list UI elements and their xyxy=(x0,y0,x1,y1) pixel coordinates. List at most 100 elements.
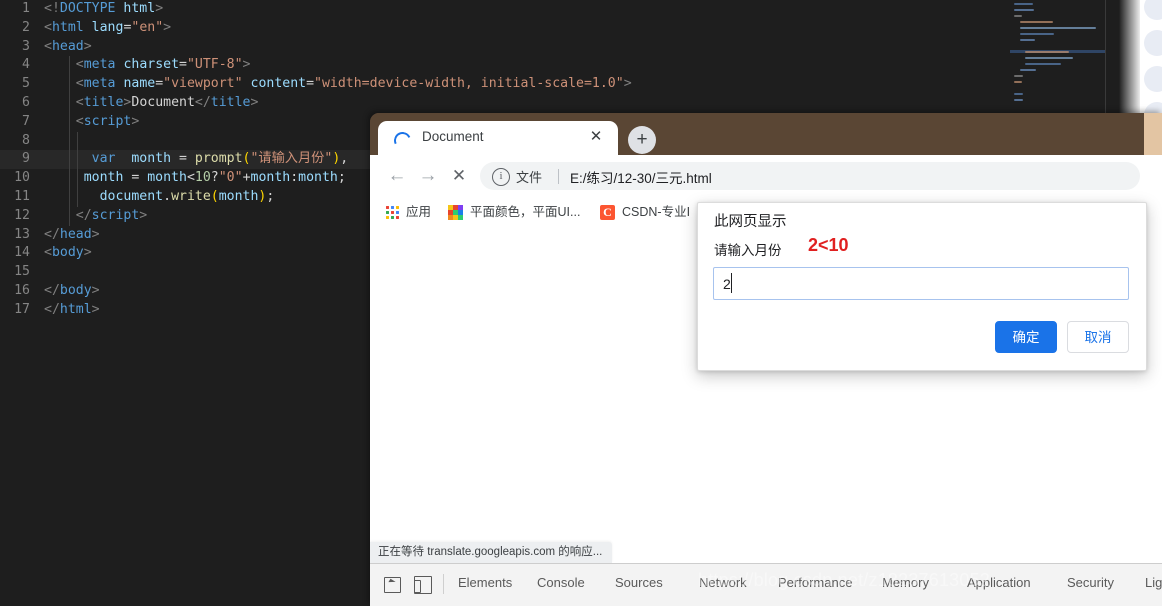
bookmark-apps[interactable]: 应用 xyxy=(406,202,431,222)
line-number: 1 xyxy=(22,1,30,16)
devtools-tab-sources[interactable]: Sources xyxy=(615,575,663,590)
devtools-tab-network[interactable]: Network xyxy=(699,575,747,590)
devtools-tab-application[interactable]: Application xyxy=(967,575,1031,590)
minimap-line xyxy=(1025,51,1069,53)
status-bubble: 正在等待 translate.googleapis.com 的响应... xyxy=(370,542,613,563)
inspect-element-icon[interactable] xyxy=(384,577,401,593)
browser-toolbar: ← → ✕ i 文件 E:/练习/12-30/三元.html xyxy=(370,155,1162,197)
code-line-text: <!DOCTYPE html> xyxy=(44,1,164,16)
line-number: 13 xyxy=(14,226,30,242)
line-number: 14 xyxy=(14,245,30,261)
minimap-line xyxy=(1020,21,1053,23)
line-number: 15 xyxy=(14,264,30,280)
indent-guide xyxy=(69,187,70,207)
indent-guide xyxy=(77,150,78,170)
code-line[interactable]: 3 <head> xyxy=(0,38,1105,57)
info-icon[interactable]: i xyxy=(492,168,510,186)
code-line-text: </script> xyxy=(75,207,148,223)
line-number: 4 xyxy=(22,57,30,73)
stop-loading-icon[interactable]: ✕ xyxy=(448,165,470,187)
apps-grid-icon[interactable] xyxy=(386,206,399,219)
code-line-text: <html lang="en"> xyxy=(44,19,172,35)
indent-guide xyxy=(69,112,70,132)
devtools-tab-security[interactable]: Security xyxy=(1067,575,1114,590)
code-line-text: <title>Document</title> xyxy=(75,94,259,110)
screen: 1 <!DOCTYPE html> 2 <html lang="en"> 3 <head>… xyxy=(0,0,1162,606)
indent-guide xyxy=(77,169,78,188)
indent-guide xyxy=(69,169,70,188)
code-line-text: document.write(month); xyxy=(99,188,275,204)
dialog-annotation: 2<10 xyxy=(808,235,849,255)
csdn-icon[interactable]: C xyxy=(600,205,615,220)
bookmark-flat-colors[interactable]: 平面颜色，平面UI... xyxy=(470,202,580,222)
line-number: 16 xyxy=(14,282,30,298)
indent-guide xyxy=(69,93,70,113)
cancel-button[interactable]: 取消 xyxy=(1067,321,1129,353)
minimap-line xyxy=(1014,81,1022,83)
minimap-line xyxy=(1014,99,1023,101)
code-line[interactable]: 4 <meta charset="UTF-8"> xyxy=(0,56,1105,76)
line-number: 12 xyxy=(14,207,30,223)
indent-guide xyxy=(69,150,70,170)
code-line-text: <meta charset="UTF-8"> xyxy=(75,57,251,73)
devtools-tab-performance[interactable]: Performance xyxy=(778,575,852,590)
device-toolbar-icon[interactable] xyxy=(414,576,432,594)
omnibox-url-text[interactable]: E:/练习/12-30/三元.html xyxy=(570,167,712,187)
minimap-line xyxy=(1020,69,1037,71)
javascript-prompt-dialog: 此网页显示 请输入月份 2<10 确定 取消 xyxy=(697,202,1147,371)
devtools-tab-lighthou[interactable]: Lighthou xyxy=(1145,575,1162,590)
line-number: 9 xyxy=(22,151,30,167)
line-number: 8 xyxy=(22,132,30,148)
code-line-text: <body> xyxy=(44,245,92,261)
minimap-line xyxy=(1025,57,1073,59)
minimap-line xyxy=(1020,33,1054,35)
omnibox-separator xyxy=(558,169,559,184)
indent-guide xyxy=(69,131,70,151)
code-line[interactable]: 2 <html lang="en"> xyxy=(0,19,1105,38)
code-line-text: <script> xyxy=(75,113,140,129)
devtools-tab-console[interactable]: Console xyxy=(537,575,585,590)
code-line[interactable]: 5 <meta name="viewport" content="width=d… xyxy=(0,75,1105,94)
minimap-line xyxy=(1020,27,1096,29)
background-window xyxy=(1140,0,1162,128)
indent-guide xyxy=(77,131,78,151)
code-line-text: <meta name="viewport" content="width=dev… xyxy=(75,76,632,92)
line-number: 6 xyxy=(22,94,30,110)
code-line[interactable]: 6 <title>Document</title> xyxy=(0,93,1105,113)
tab-loading-spinner-icon xyxy=(391,129,414,152)
devtools-divider xyxy=(443,574,444,594)
indent-guide xyxy=(69,206,70,226)
indent-guide xyxy=(77,187,78,207)
address-bar[interactable]: i 文件 E:/练习/12-30/三元.html xyxy=(480,162,1140,190)
new-tab-button[interactable]: + xyxy=(628,126,656,154)
bookmark-csdn[interactable]: CSDN-专业I xyxy=(622,202,690,222)
minimap-line xyxy=(1014,3,1033,5)
ok-button[interactable]: 确定 xyxy=(995,321,1057,353)
browser-tab[interactable]: Document ✕ xyxy=(378,121,618,155)
minimap-line xyxy=(1014,9,1034,11)
code-line[interactable]: 1 <!DOCTYPE html> xyxy=(0,0,1105,19)
browser-titlebar[interactable]: Document ✕ + xyxy=(370,113,1162,155)
devtools-tab-elements[interactable]: Elements xyxy=(458,575,512,590)
prompt-input[interactable] xyxy=(713,267,1129,300)
minimap-line xyxy=(1014,15,1022,17)
close-icon[interactable]: ✕ xyxy=(588,129,604,145)
code-line-text: </head> xyxy=(44,226,100,242)
line-number: 3 xyxy=(22,38,30,54)
back-icon[interactable]: ← xyxy=(386,165,408,187)
devtools-panel: Elements Console Sources Network Performance… xyxy=(370,563,1162,606)
code-line-text: <head> xyxy=(44,38,92,54)
code-line-text: </body> xyxy=(44,282,100,298)
minimap-line xyxy=(1014,75,1023,77)
color-palette-icon[interactable] xyxy=(448,205,463,220)
dialog-title: 此网页显示 xyxy=(714,214,787,230)
devtools-tab-memory[interactable]: Memory xyxy=(882,575,929,590)
line-number: 11 xyxy=(14,188,30,204)
forward-icon[interactable]: → xyxy=(417,165,439,187)
line-number: 7 xyxy=(22,113,30,129)
dialog-message: 请输入月份 xyxy=(714,243,782,258)
line-number: 17 xyxy=(14,301,30,317)
minimap-line xyxy=(1025,63,1062,65)
indent-guide xyxy=(69,56,70,76)
line-number: 10 xyxy=(14,170,30,186)
